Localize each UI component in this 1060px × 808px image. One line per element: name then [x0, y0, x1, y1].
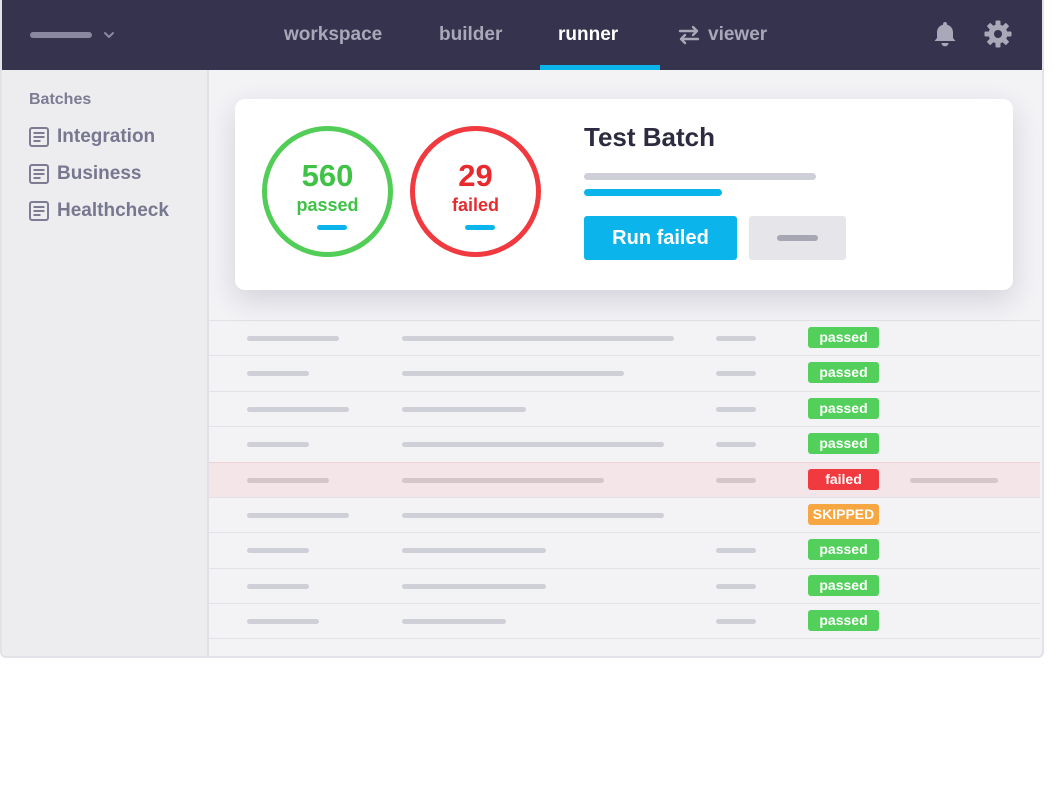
table-row[interactable]: passed [209, 426, 1040, 461]
passed-count: 560 [301, 158, 354, 193]
cell-placeholder [402, 407, 526, 412]
tab-workspace[interactable]: workspace [284, 0, 382, 70]
active-tab-indicator [540, 65, 660, 70]
cell-placeholder [402, 371, 624, 376]
cell-placeholder [402, 513, 664, 518]
cell-placeholder [716, 336, 756, 341]
cell-placeholder [247, 442, 309, 447]
status-badge: passed [808, 433, 879, 454]
tab-builder-label: builder [439, 24, 503, 45]
gear-icon[interactable] [983, 19, 1013, 49]
error-placeholder [910, 478, 998, 483]
status-badge: passed [808, 327, 879, 348]
failed-label: failed [451, 195, 499, 215]
batch-progress-line [584, 189, 722, 196]
runner-window: workspace builder runner viewer Batches … [0, 0, 1044, 658]
button-label-placeholder [777, 235, 818, 241]
batch-title: Test Batch [584, 122, 715, 152]
cell-placeholder [716, 584, 756, 589]
status-badge: passed [808, 362, 879, 383]
batch-summary-card: 560 passed 29 failed Test Batch Run fail… [235, 99, 1013, 290]
failed-dash [465, 225, 495, 230]
batch-description-placeholder [584, 173, 816, 180]
chevron-down-icon [104, 32, 114, 38]
tab-workspace-label: workspace [284, 24, 383, 45]
cell-placeholder [247, 619, 319, 624]
cell-placeholder [716, 407, 756, 412]
status-badge: passed [808, 610, 879, 631]
sidebar-title: Batches [29, 91, 92, 108]
secondary-button[interactable] [749, 216, 846, 260]
cell-placeholder [247, 584, 309, 589]
table-row[interactable]: passed [209, 603, 1040, 638]
table-row[interactable]: passed [209, 355, 1040, 390]
cell-placeholder [402, 478, 604, 483]
table-row[interactable]: passed [209, 320, 1040, 355]
cell-placeholder [402, 442, 664, 447]
tab-builder[interactable]: builder [439, 0, 502, 70]
bell-icon[interactable] [930, 19, 960, 49]
tab-viewer[interactable]: viewer [678, 0, 767, 70]
cell-placeholder [716, 548, 756, 553]
run-failed-button[interactable]: Run failed [584, 216, 737, 260]
tab-viewer-label: viewer [708, 24, 768, 45]
cell-placeholder [247, 478, 329, 483]
tab-runner[interactable]: runner [558, 0, 618, 70]
table-row[interactable]: passed [209, 391, 1040, 426]
sidebar-item-label: Business [57, 163, 142, 184]
sidebar-item-label: Integration [57, 126, 156, 147]
top-nav-bar: workspace builder runner viewer [2, 0, 1042, 70]
cell-placeholder [247, 407, 349, 412]
table-row[interactable]: failed [209, 462, 1040, 497]
passed-count-ring: 560 passed [262, 126, 393, 257]
table-row[interactable]: SKIPPED [209, 497, 1040, 532]
cell-placeholder [402, 548, 546, 553]
workspace-switcher[interactable] [30, 26, 116, 44]
workspace-name-placeholder [30, 32, 92, 38]
cell-placeholder [716, 371, 756, 376]
table-row[interactable]: passed [209, 568, 1040, 603]
swap-arrows-icon [678, 25, 700, 45]
sidebar-item-label: Healthcheck [57, 200, 169, 221]
cell-placeholder [402, 336, 674, 341]
status-badge: SKIPPED [808, 504, 879, 525]
cell-placeholder [247, 548, 309, 553]
cell-placeholder [247, 371, 309, 376]
sidebar-item-healthcheck[interactable]: Healthcheck [29, 199, 169, 223]
status-badge: failed [808, 469, 879, 490]
failed-count: 29 [458, 158, 493, 193]
passed-dash [317, 225, 347, 230]
cell-placeholder [402, 584, 546, 589]
batches-sidebar: Batches Integration Business Healthcheck [2, 70, 209, 656]
sidebar-item-business[interactable]: Business [29, 162, 141, 186]
cell-placeholder [716, 478, 756, 483]
tab-runner-label: runner [558, 24, 619, 45]
failed-count-ring: 29 failed [410, 126, 541, 257]
status-badge: passed [808, 575, 879, 596]
list-doc-icon [29, 164, 49, 184]
cell-placeholder [247, 336, 339, 341]
cell-placeholder [716, 619, 756, 624]
list-doc-icon [29, 127, 49, 147]
cell-placeholder [716, 442, 756, 447]
passed-label: passed [296, 195, 359, 215]
cell-placeholder [247, 513, 349, 518]
status-badge: passed [808, 398, 879, 419]
table-row [209, 638, 1040, 656]
sidebar-item-integration[interactable]: Integration [29, 125, 155, 149]
cell-placeholder [402, 619, 506, 624]
list-doc-icon [29, 201, 49, 221]
table-row[interactable]: passed [209, 532, 1040, 567]
status-badge: passed [808, 539, 879, 560]
